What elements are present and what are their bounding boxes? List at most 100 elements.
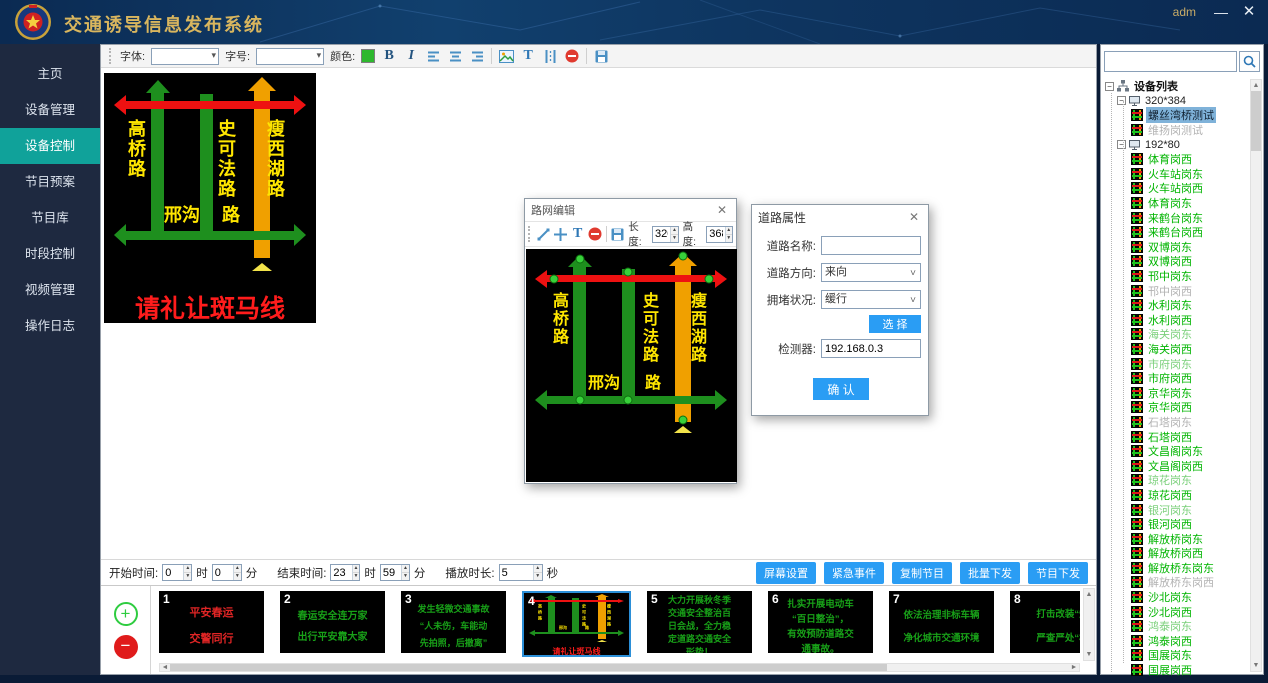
sidebar-item-7[interactable]: 视频管理 xyxy=(0,272,100,308)
tree-device-item[interactable]: 来鹤台岗西 xyxy=(1103,225,1265,240)
playlist-thumbnail-3[interactable]: 3发生轻微交通事故“人未伤，车能动先拍照，后撤离” xyxy=(401,591,506,653)
height-stepper[interactable]: ▲▼ xyxy=(706,226,733,243)
color-swatch[interactable] xyxy=(361,49,375,63)
scroll-right-icon[interactable]: ► xyxy=(1069,664,1079,671)
editor-dialog-titlebar[interactable]: 路网编辑 ✕ xyxy=(525,199,736,221)
tree-device-item[interactable]: 螺丝湾桥测试 xyxy=(1103,108,1265,123)
playlist-thumbnail-2[interactable]: 2春运安全连万家出行平安靠大家 xyxy=(280,591,385,653)
tree-device-item[interactable]: 鸿泰岗西 xyxy=(1103,634,1265,649)
height-up-icon[interactable]: ▲ xyxy=(726,227,732,234)
tree-device-item[interactable]: 来鹤台岗东 xyxy=(1103,210,1265,225)
editor-sign-canvas[interactable]: 高桥路史可法路瘦西湖路邢沟路 xyxy=(526,249,735,479)
add-frame-button[interactable]: + xyxy=(114,602,138,626)
sidebar-item-2[interactable]: 设备管理 xyxy=(0,92,100,128)
tree-device-item[interactable]: 国展岗西 xyxy=(1103,663,1265,678)
tree-device-item[interactable]: 邗中岗东 xyxy=(1103,269,1265,284)
tree-device-item[interactable]: 水利岗西 xyxy=(1103,313,1265,328)
length-stepper[interactable]: ▲▼ xyxy=(652,226,679,243)
start-hour-input[interactable] xyxy=(163,565,183,580)
logged-in-user[interactable]: adm xyxy=(1173,5,1196,19)
save-icon[interactable] xyxy=(593,48,609,64)
height-down-icon[interactable]: ▼ xyxy=(726,234,732,242)
length-down-icon[interactable]: ▼ xyxy=(671,234,677,242)
end-minute-input[interactable] xyxy=(381,565,401,580)
road-name-input[interactable] xyxy=(821,236,921,255)
tree-device-item[interactable]: 解放桥岗西 xyxy=(1103,546,1265,561)
scrollbar-thumb[interactable] xyxy=(170,664,887,671)
delete-icon[interactable] xyxy=(564,48,580,64)
tree-device-item[interactable]: 银河岗东 xyxy=(1103,502,1265,517)
remove-frame-button[interactable]: − xyxy=(114,635,138,659)
down-icon[interactable]: ▼ xyxy=(184,572,191,580)
scroll-up-icon[interactable]: ▲ xyxy=(1251,80,1261,91)
insert-image-icon[interactable] xyxy=(498,48,514,64)
action-button-3[interactable]: 复制节目 xyxy=(892,562,952,584)
font-size-select[interactable] xyxy=(256,48,324,65)
scrollbar-thumb[interactable] xyxy=(1251,91,1261,151)
sidebar-item-5[interactable]: 节目库 xyxy=(0,200,100,236)
bold-icon[interactable]: B xyxy=(381,48,397,64)
action-button-4[interactable]: 批量下发 xyxy=(960,562,1020,584)
tree-device-item[interactable]: 国展岗东 xyxy=(1103,648,1265,663)
playlist-horizontal-scrollbar[interactable]: ◄ ► xyxy=(159,663,1080,672)
minimize-button[interactable]: — xyxy=(1210,2,1232,22)
search-button[interactable] xyxy=(1239,51,1260,72)
collapse-icon[interactable]: − xyxy=(1105,82,1114,91)
duration-stepper[interactable]: ▲▼ xyxy=(499,564,543,581)
align-center-icon[interactable] xyxy=(447,48,463,64)
edit-canvas[interactable]: 高桥路史可法路瘦西湖路邢沟路请礼让斑马线 路网编辑 ✕ T 长度: ▲▼ 高度:… xyxy=(101,68,1096,559)
tree-device-item[interactable]: 解放桥东岗东 xyxy=(1103,561,1265,576)
start-hour-stepper[interactable]: ▲▼ xyxy=(162,564,192,581)
height-input[interactable] xyxy=(707,227,724,242)
select-detector-button[interactable]: 选 择 xyxy=(869,315,921,333)
tree-device-item[interactable]: 沙北岗西 xyxy=(1103,604,1265,619)
start-minute-input[interactable] xyxy=(213,565,233,580)
scroll-down-icon[interactable]: ▼ xyxy=(1084,649,1094,660)
sidebar-item-8[interactable]: 操作日志 xyxy=(0,308,100,344)
playlist-thumbnail-7[interactable]: 7依法治理非标车辆净化城市交通环境 xyxy=(889,591,994,653)
tree-device-item[interactable]: 体育岗西 xyxy=(1103,152,1265,167)
tree-device-item[interactable]: 海关岗西 xyxy=(1103,342,1265,357)
tree-device-item[interactable]: 石塔岗西 xyxy=(1103,429,1265,444)
end-minute-stepper[interactable]: ▲▼ xyxy=(380,564,410,581)
playlist-thumbnail-8[interactable]: 8打击改装“炸严查严处“机 xyxy=(1010,591,1080,653)
tree-group-320x384[interactable]: −320*384 xyxy=(1103,94,1265,109)
length-input[interactable] xyxy=(653,227,670,242)
crossroad-icon[interactable] xyxy=(554,226,567,242)
tree-device-item[interactable]: 维扬岗测试 xyxy=(1103,123,1265,138)
down-icon[interactable]: ▼ xyxy=(402,572,409,580)
font-select[interactable] xyxy=(151,48,219,65)
device-search-input[interactable] xyxy=(1104,51,1237,72)
up-icon[interactable]: ▲ xyxy=(402,565,409,572)
end-hour-stepper[interactable]: ▲▼ xyxy=(330,564,360,581)
down-icon[interactable]: ▼ xyxy=(353,572,360,580)
tree-device-item[interactable]: 双博岗西 xyxy=(1103,254,1265,269)
tree-group-192x80[interactable]: −192*80 xyxy=(1103,137,1265,152)
align-left-icon[interactable] xyxy=(425,48,441,64)
congestion-select[interactable]: 缓行 xyxy=(821,290,921,309)
tree-scrollbar[interactable]: ▲ ▼ xyxy=(1250,79,1262,672)
italic-icon[interactable]: I xyxy=(403,48,419,64)
playlist-thumbnail-4[interactable]: 4高桥路史可法路瘦西湖路邢沟路请礼让斑马线 xyxy=(522,591,631,657)
up-icon[interactable]: ▲ xyxy=(184,565,191,572)
scroll-down-icon[interactable]: ▼ xyxy=(1251,660,1261,671)
text-tool-icon[interactable]: T xyxy=(520,48,536,64)
props-close-icon[interactable]: ✕ xyxy=(906,210,922,224)
tree-device-item[interactable]: 石塔岗东 xyxy=(1103,415,1265,430)
duration-input[interactable] xyxy=(500,565,533,580)
start-minute-stepper[interactable]: ▲▼ xyxy=(212,564,242,581)
tree-device-item[interactable]: 京华岗东 xyxy=(1103,385,1265,400)
tree-device-item[interactable]: 体育岗东 xyxy=(1103,196,1265,211)
tree-device-item[interactable]: 市府岗西 xyxy=(1103,371,1265,386)
tree-device-item[interactable]: 琼花岗西 xyxy=(1103,488,1265,503)
action-button-5[interactable]: 节目下发 xyxy=(1028,562,1088,584)
tree-device-item[interactable]: 火车站岗东 xyxy=(1103,167,1265,182)
up-icon[interactable]: ▲ xyxy=(534,565,542,572)
tree-device-item[interactable]: 市府岗东 xyxy=(1103,356,1265,371)
tree-device-item[interactable]: 文昌阁岗西 xyxy=(1103,458,1265,473)
scroll-left-icon[interactable]: ◄ xyxy=(160,664,170,671)
action-button-1[interactable]: 屏幕设置 xyxy=(756,562,816,584)
tree-device-item[interactable]: 鸿泰岗东 xyxy=(1103,619,1265,634)
editor-close-icon[interactable]: ✕ xyxy=(714,203,730,217)
tree-device-item[interactable]: 邗中岗西 xyxy=(1103,283,1265,298)
